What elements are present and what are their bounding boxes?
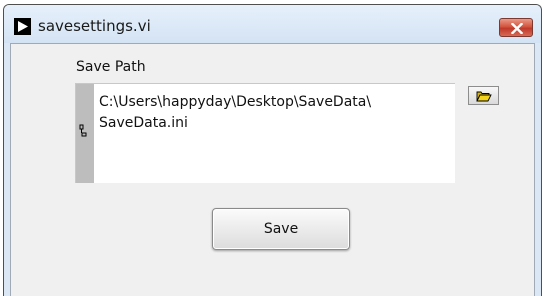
window-title: savesettings.vi: [38, 17, 151, 35]
save-button[interactable]: Save: [212, 208, 350, 250]
app-window: savesettings.vi Save Path C:\Users\happy…: [3, 4, 542, 296]
path-icon: [79, 124, 87, 137]
vi-front-panel: Save Path C:\Users\happyday\Desktop\Save…: [10, 43, 535, 296]
path-control-strip: [76, 84, 94, 183]
labview-vi-icon: [14, 18, 31, 35]
close-icon: [511, 23, 523, 34]
folder-open-icon: [476, 91, 492, 102]
title-bar[interactable]: savesettings.vi: [4, 5, 541, 43]
save-path-field[interactable]: C:\Users\happyday\Desktop\SaveData\ Save…: [75, 83, 455, 183]
save-path-label: Save Path: [76, 59, 146, 75]
save-path-value[interactable]: C:\Users\happyday\Desktop\SaveData\ Save…: [99, 92, 449, 134]
close-button[interactable]: [499, 18, 533, 37]
browse-button[interactable]: [468, 86, 499, 105]
